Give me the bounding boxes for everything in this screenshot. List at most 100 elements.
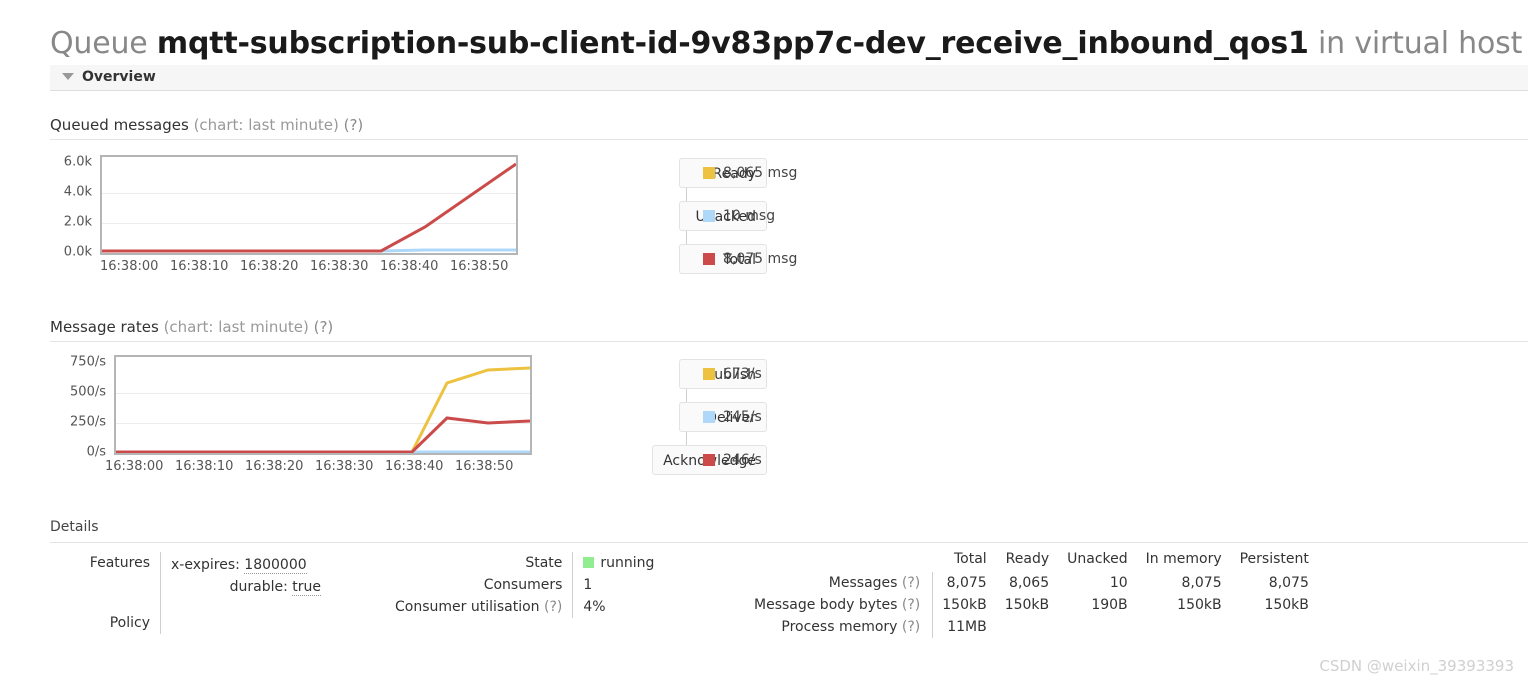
y-tick: 250/s (70, 414, 106, 430)
stats-cell: 8,075 (1268, 575, 1309, 591)
stats-row-label-text: Messages (828, 575, 898, 591)
stats-row-label-message-body-bytes: Message body bytes (?) (745, 594, 934, 616)
stats-cell (996, 616, 1058, 638)
queued-messages-heading: Queued messages (chart: last minute) (?) (50, 116, 363, 134)
x-tick: 16:38:20 (245, 459, 304, 474)
legend-row-publish: Publish 673/s (565, 359, 885, 391)
stats-cell: 150kB (1177, 597, 1222, 613)
state-running-icon (583, 557, 595, 568)
legend-row-unacked: Unacked 10 msg (565, 201, 885, 233)
legend-value-unacked: 10 msg (723, 208, 776, 224)
stats-header-ready: Ready (1005, 551, 1050, 567)
stats-cell (1058, 616, 1137, 638)
x-tick: 16:38:30 (310, 259, 369, 274)
queued-messages-heading-text: Queued messages (50, 116, 189, 134)
triangle-down-icon[interactable] (62, 73, 74, 80)
x-tick: 16:38:50 (450, 259, 509, 274)
message-rates-chart: 750/s 500/s 250/s 0/s 16:38:00 16:38:10 16… (50, 355, 532, 474)
stats-row-label-process-memory: Process memory (?) (745, 616, 934, 638)
legend-value-ready: 8,065 msg (723, 165, 798, 181)
state-value-text: running (600, 555, 655, 571)
stats-header-persistent: Persistent (1239, 551, 1309, 567)
queued-messages-help-icon[interactable]: (?) (344, 116, 364, 134)
y-tick: 0/s (86, 444, 106, 460)
message-rates-x-axis: 16:38:00 16:38:10 16:38:20 16:38:30 16:38:40… (105, 459, 525, 474)
message-rates-series (116, 366, 530, 453)
message-rates-help-icon[interactable]: (?) (314, 318, 334, 336)
table-row: State running (385, 552, 703, 574)
state-table: State running Consumers 1 Consumer utili… (385, 552, 703, 618)
feature-name: durable: (229, 578, 288, 595)
y-tick: 4.0k (63, 184, 92, 200)
legend-swatch-unacked (703, 210, 715, 222)
table-row: Messages (?) 8,075 8,065 10 8,075 8,075 (745, 572, 1318, 594)
x-tick: 16:38:20 (240, 259, 299, 274)
consumer-utilisation-label-text: Consumer utilisation (395, 599, 540, 615)
page-title: Queue mqtt-subscription-sub-client-id-9v… (50, 26, 1528, 61)
stats-cell: 190B (1091, 597, 1128, 613)
stats-cell: 8,075 (946, 575, 987, 591)
page-title-prefix: Queue (50, 26, 148, 62)
messages-help-icon[interactable]: (?) (902, 575, 920, 591)
legend-swatch-total (703, 253, 715, 265)
legend-swatch-deliver (703, 411, 715, 423)
message-rates-heading-text: Message rates (50, 318, 159, 336)
queued-messages-x-axis: 16:38:00 16:38:10 16:38:20 16:38:30 16:38:40… (100, 259, 520, 274)
feature-value: 1800000 (244, 557, 307, 574)
stats-corner-header (745, 548, 933, 572)
features-label: Features (50, 552, 161, 602)
message-rates-y-axis: 750/s 500/s 250/s 0/s (50, 355, 110, 460)
queued-messages-plot-area (100, 155, 518, 255)
consumer-utilisation-value: 4% (583, 599, 606, 615)
message-body-bytes-help-icon[interactable]: (?) (902, 597, 920, 613)
details-rule (50, 542, 1528, 543)
table-row: Consumers 1 (385, 574, 703, 596)
stats-cell: 8,065 (1009, 575, 1050, 591)
queued-messages-chart: 6.0k 4.0k 2.0k 0.0k 16:38:00 16:38:10 16:3… (50, 155, 520, 274)
y-tick: 0.0k (63, 244, 92, 260)
legend-swatch-acknowledge (703, 454, 715, 466)
feature-item: durable: true (171, 577, 321, 599)
overview-section-header[interactable]: Overview (50, 65, 1528, 91)
legend-value-publish: 673/s (723, 366, 762, 382)
table-row: Process memory (?) 11MB (745, 616, 1318, 638)
table-row: Consumer utilisation (?) 4% (385, 596, 703, 618)
table-row: Policy (50, 601, 331, 635)
queued-messages-rule (50, 139, 1528, 140)
page-title-suffix: in virtual host / (1318, 26, 1528, 62)
stats-row-label-text: Message body bytes (754, 597, 898, 613)
x-tick: 16:38:40 (380, 259, 439, 274)
overview-section-label: Overview (82, 69, 156, 85)
stats-header-in-memory: In memory (1145, 551, 1222, 567)
x-tick: 16:38:30 (315, 459, 374, 474)
legend-row-deliver: Deliver 245/s (565, 402, 885, 434)
consumer-utilisation-label: Consumer utilisation (?) (385, 596, 574, 618)
message-rates-heading: Message rates (chart: last minute) (?) (50, 318, 333, 336)
consumer-utilisation-help-icon[interactable]: (?) (544, 599, 562, 615)
watermark: CSDN @weixin_39393393 (1319, 657, 1514, 675)
message-rates-plot-area (114, 355, 532, 455)
table-row: Features x-expires: 1800000 durable: tru… (50, 552, 332, 602)
stats-header-total: Total (954, 551, 987, 567)
message-rates-heading-note: (chart: last minute) (163, 318, 309, 336)
stats-header-unacked: Unacked (1067, 551, 1128, 567)
queue-name: mqtt-subscription-sub-client-id-9v83pp7c… (156, 26, 1309, 62)
legend-swatch-ready (703, 167, 715, 179)
consumers-label: Consumers (385, 574, 574, 596)
table-header-row: Total Ready Unacked In memory Persistent (745, 548, 1318, 572)
y-tick: 500/s (70, 384, 106, 400)
x-tick: 16:38:10 (175, 459, 234, 474)
process-memory-help-icon[interactable]: (?) (902, 619, 920, 635)
message-rates-rule (50, 341, 1528, 342)
legend-row-ready: Ready 8,065 msg (565, 158, 885, 190)
stats-cell: 150kB (942, 597, 987, 613)
state-label: State (385, 552, 574, 574)
queued-messages-series (102, 162, 516, 253)
queued-messages-legend: Ready 8,065 msg Unacked 10 msg Total 8,0… (565, 158, 885, 274)
legend-value-deliver: 245/s (723, 409, 762, 425)
x-tick: 16:38:10 (170, 259, 229, 274)
features-policy-table: Features x-expires: 1800000 durable: tru… (50, 552, 332, 635)
stats-cell (1137, 616, 1231, 638)
features-value: x-expires: 1800000 durable: true (161, 552, 332, 601)
legend-swatch-publish (703, 368, 715, 380)
